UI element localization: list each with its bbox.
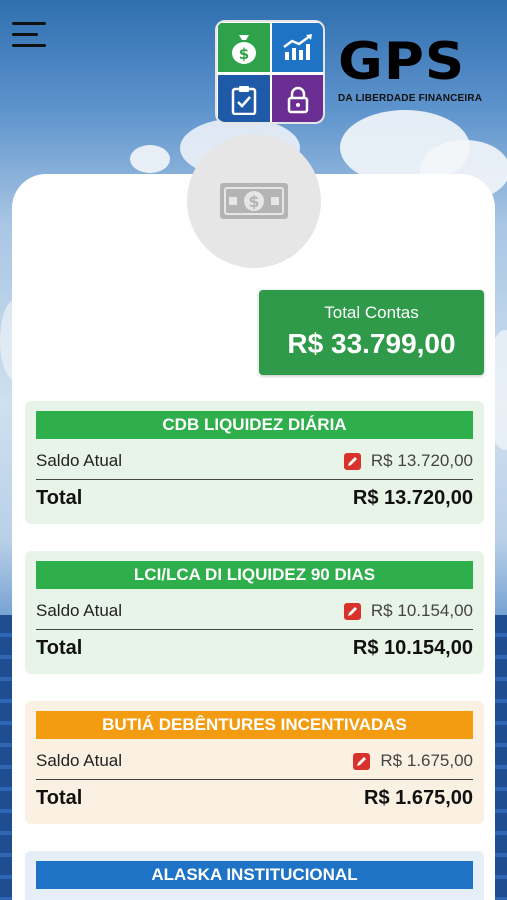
account-card: BUTIÁ DEBÊNTURES INCENTIVADAS Saldo Atua… xyxy=(25,701,484,824)
total-label: Total xyxy=(36,486,83,509)
hamburger-menu-icon[interactable] xyxy=(12,22,46,48)
saldo-row: Saldo Atual R$ 1.675,00 xyxy=(36,743,473,779)
cloud xyxy=(130,145,170,173)
pencil-edit-icon[interactable] xyxy=(343,602,361,620)
total-value: R$ 13.720,00 xyxy=(352,486,473,509)
total-value: R$ 1.675,00 xyxy=(364,786,473,809)
total-value: R$ 10.154,00 xyxy=(352,636,473,659)
account-title: BUTIÁ DEBÊNTURES INCENTIVADAS xyxy=(36,711,473,739)
pencil-edit-icon[interactable] xyxy=(353,752,371,770)
saldo-value: R$ 1.675,00 xyxy=(380,751,473,770)
account-card: ALASKA INSTITUCIONAL xyxy=(25,851,484,900)
saldo-value: R$ 13.720,00 xyxy=(370,451,473,470)
logo-wordmark: GPS xyxy=(338,32,466,92)
total-row: Total R$ 13.720,00 xyxy=(36,480,473,516)
money-bill-icon: $ xyxy=(187,134,321,268)
account-card: LCI/LCA DI LIQUIDEZ 90 DIAS Saldo Atual … xyxy=(25,551,484,674)
logo-subtitle: DA LIBERDADE FINANCEIRA xyxy=(338,93,483,104)
account-title: CDB LIQUIDEZ DIÁRIA xyxy=(36,411,473,439)
saldo-row: Saldo Atual R$ 10.154,00 xyxy=(36,593,473,629)
total-accounts-value: R$ 33.799,00 xyxy=(287,328,456,359)
money-bag-icon: $ xyxy=(218,23,270,72)
total-accounts-label: Total Contas xyxy=(324,303,419,322)
saldo-label: Saldo Atual xyxy=(36,751,123,770)
saldo-row: Saldo Atual R$ 13.720,00 xyxy=(36,443,473,479)
saldo-label: Saldo Atual xyxy=(36,601,123,620)
total-accounts-box: Total Contas R$ 33.799,00 xyxy=(259,290,484,375)
svg-text:$: $ xyxy=(248,192,259,211)
saldo-value: R$ 10.154,00 xyxy=(370,601,473,620)
logo-text: GPS DA LIBERDADE FINANCEIRA xyxy=(338,36,498,104)
growth-chart-icon xyxy=(272,23,323,72)
lock-icon xyxy=(272,75,323,122)
svg-text:$: $ xyxy=(239,45,249,63)
account-title: LCI/LCA DI LIQUIDEZ 90 DIAS xyxy=(36,561,473,589)
clipboard-check-icon xyxy=(218,75,270,122)
total-label: Total xyxy=(36,636,83,659)
background-stadium xyxy=(493,615,507,900)
pencil-edit-icon[interactable] xyxy=(343,452,361,470)
logo-icon: $ xyxy=(215,20,325,124)
total-label: Total xyxy=(36,786,83,809)
total-row: Total R$ 10.154,00 xyxy=(36,630,473,666)
account-card: CDB LIQUIDEZ DIÁRIA Saldo Atual R$ 13.72… xyxy=(25,401,484,524)
total-row: Total R$ 1.675,00 xyxy=(36,780,473,816)
saldo-label: Saldo Atual xyxy=(36,451,123,470)
account-title: ALASKA INSTITUCIONAL xyxy=(36,861,473,889)
